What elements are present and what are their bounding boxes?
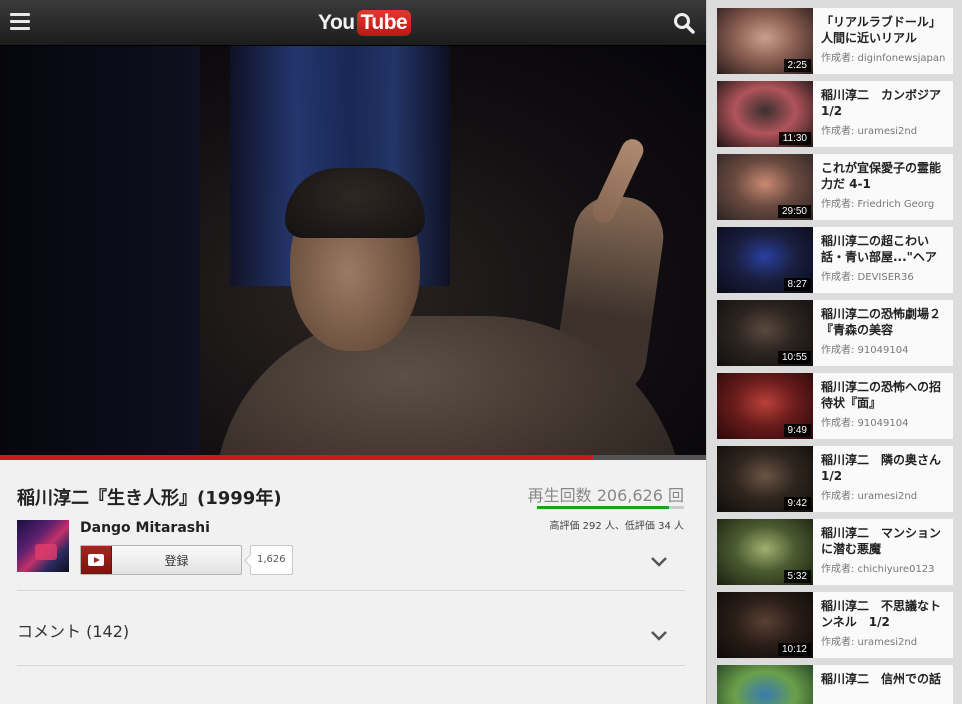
related-video-item[interactable]: 9:49 稲川淳二の恐怖への招待状『面』作成者: 91049104 [717, 373, 953, 439]
related-video-item[interactable]: 8:27 稲川淳二の超こわい話・青い部屋..."ヘア作成者: DEVISER36 [717, 227, 953, 293]
channel-avatar[interactable] [17, 520, 69, 572]
video-duration: 10:12 [777, 643, 811, 656]
channel-name[interactable]: Dango Mitarashi [80, 520, 210, 536]
related-video-title[interactable]: 稲川淳二の恐怖への招待状『面』 [821, 379, 947, 411]
menu-icon[interactable] [10, 13, 30, 31]
related-video-author: 作成者: diginfonewsjapan [821, 53, 946, 64]
related-video-title[interactable]: これが宜保愛子の霊能力だ 4-1 [821, 160, 947, 192]
comments-header[interactable]: コメント (142) [17, 618, 129, 642]
related-video-thumbnail[interactable]: 9:49 [717, 373, 813, 439]
related-video-author: 作成者: uramesi2nd [821, 491, 918, 502]
related-video-thumbnail[interactable]: 10:12 [717, 592, 813, 658]
related-video-title[interactable]: 「リアルラブドール」人間に近いリアル [821, 14, 947, 46]
related-video-author: 作成者: uramesi2nd [821, 126, 918, 137]
like-ratio-fill [537, 506, 670, 509]
video-duration: 10:55 [777, 351, 811, 364]
video-player[interactable] [0, 46, 706, 456]
subscriber-count: 1,626 [250, 545, 293, 575]
video-background [0, 46, 200, 456]
related-video-thumbnail[interactable]: 8:27 [717, 227, 813, 293]
related-video-thumbnail[interactable]: 9:42 [717, 446, 813, 512]
top-bar: You Tube [0, 0, 706, 46]
related-video-item[interactable]: 9:42 稲川淳二 隣の奥さん 1/2 作成者: uramesi2nd [717, 446, 953, 512]
comments-chevron-down-icon[interactable] [650, 627, 668, 641]
related-video-thumbnail[interactable]: 2:25 [717, 8, 813, 74]
related-video-title[interactable]: 稲川淳二 不思議なトンネル 1/2 [821, 598, 947, 630]
related-video-item[interactable]: 10:55 稲川淳二の恐怖劇場２ 『青森の美容作成者: 91049104 [717, 300, 953, 366]
video-duration: 9:42 [783, 497, 811, 510]
search-icon[interactable] [673, 12, 695, 34]
video-person-hair [285, 168, 425, 238]
chevron-down-icon[interactable] [650, 553, 668, 567]
related-video-title[interactable]: 稲川淳二 信州での話 [821, 671, 947, 687]
related-video-thumbnail[interactable]: 10:55 [717, 300, 813, 366]
related-video-title[interactable]: 稲川淳二の恐怖劇場２ 『青森の美容 [821, 306, 947, 338]
related-video-author: 作成者: uramesi2nd [821, 637, 918, 648]
like-ratio-bar [537, 506, 684, 509]
related-video-item[interactable]: 稲川淳二 信州での話 [717, 665, 953, 704]
related-video-thumbnail[interactable]: 29:50 [717, 154, 813, 220]
related-video-title[interactable]: 稲川淳二 マンションに潜む悪魔 [821, 525, 947, 557]
video-duration: 11:30 [778, 132, 811, 145]
logo-text-tube: Tube [356, 10, 412, 36]
video-duration: 5:32 [783, 570, 811, 583]
related-videos-sidebar: 2:25 「リアルラブドール」人間に近いリアル作成者: diginfonewsja… [706, 0, 962, 704]
rating-text: 高評価 292 人、低評価 34 人 [549, 521, 684, 532]
related-video-thumbnail[interactable] [717, 665, 813, 704]
related-video-item[interactable]: 2:25 「リアルラブドール」人間に近いリアル作成者: diginfonewsja… [717, 8, 953, 74]
related-video-thumbnail[interactable]: 11:30 [717, 81, 813, 147]
logo-text-you: You [318, 11, 355, 34]
related-video-author: 作成者: DEVISER36 [821, 272, 914, 283]
divider [17, 590, 685, 591]
related-video-item[interactable]: 29:50 これが宜保愛子の霊能力だ 4-1 作成者: Friedrich Geor… [717, 154, 953, 220]
subscribe-button[interactable]: 登録 [80, 545, 242, 575]
youtube-play-icon [81, 546, 112, 574]
video-duration: 2:25 [783, 59, 811, 72]
video-duration: 29:50 [777, 205, 811, 218]
divider [17, 665, 685, 666]
related-video-title[interactable]: 稲川淳二 カンボジア 1/2 [821, 87, 947, 119]
related-video-author: 作成者: chichiyure0123 [821, 564, 935, 575]
related-video-thumbnail[interactable]: 5:32 [717, 519, 813, 585]
related-video-item[interactable]: 5:32 稲川淳二 マンションに潜む悪魔作成者: chichiyure0123 [717, 519, 953, 585]
youtube-logo[interactable]: You Tube [318, 9, 412, 37]
video-info-panel: 稲川淳二『生き人形』(1999年) 再生回数 206,626 回 高評価 292… [0, 460, 706, 704]
related-video-title[interactable]: 稲川淳二 隣の奥さん 1/2 [821, 452, 947, 484]
related-video-author: 作成者: 91049104 [821, 418, 909, 429]
related-video-item[interactable]: 10:12 稲川淳二 不思議なトンネル 1/2 作成者: uramesi2nd [717, 592, 953, 658]
related-video-item[interactable]: 11:30 稲川淳二 カンボジア 1/2 作成者: uramesi2nd [717, 81, 953, 147]
related-video-title[interactable]: 稲川淳二の超こわい話・青い部屋..."ヘア [821, 233, 947, 265]
video-duration: 8:27 [783, 278, 811, 291]
video-duration: 9:49 [783, 424, 811, 437]
view-count: 再生回数 206,626 回 [527, 486, 684, 505]
related-video-author: 作成者: 91049104 [821, 345, 909, 356]
subscribe-label: 登録 [164, 553, 189, 568]
related-video-author: 作成者: Friedrich Georg [821, 199, 935, 210]
video-title: 稲川淳二『生き人形』(1999年) [17, 488, 282, 509]
